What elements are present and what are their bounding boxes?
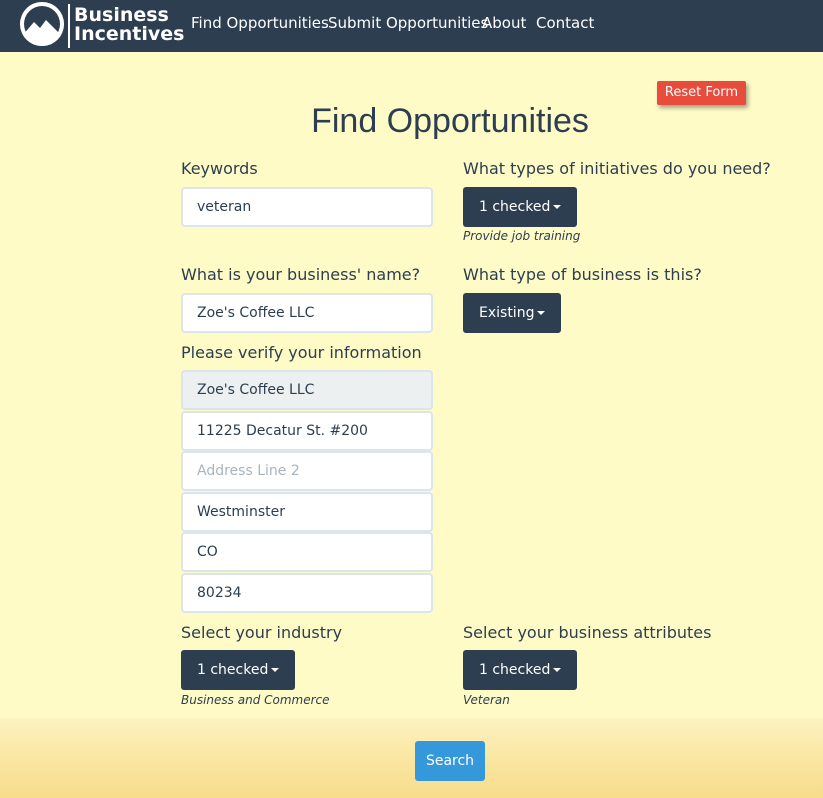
business-name-input[interactable]	[181, 293, 433, 333]
verify-info-label: Please verify your information	[181, 343, 422, 362]
keywords-input[interactable]	[181, 187, 433, 227]
attributes-dropdown-button[interactable]: 1 checked	[463, 650, 578, 690]
industry-label: Select your industry	[181, 623, 343, 642]
initiatives-dropdown-label: 1 checked	[479, 199, 551, 215]
initiatives-selected-text: Provide job training	[463, 229, 581, 243]
caret-down-icon	[537, 311, 546, 315]
attributes-selected-text: Veteran	[463, 693, 510, 707]
business-type-dropdown-button[interactable]: Existing	[463, 293, 562, 333]
navbar: Business Incentives Find Opportunities S…	[0, 0, 823, 52]
industry-dropdown-label: 1 checked	[197, 662, 269, 678]
initiatives-dropdown-button[interactable]: 1 checked	[463, 187, 578, 227]
search-button[interactable]: Search	[415, 741, 485, 781]
industry-dropdown-button[interactable]: 1 checked	[181, 650, 296, 690]
logo-line-2: Incentives	[74, 23, 185, 45]
caret-down-icon	[553, 668, 562, 672]
initiatives-label: What types of initiatives do you need?	[463, 159, 771, 178]
logo-divider	[68, 4, 70, 48]
industry-selected-text: Business and Commerce	[181, 693, 330, 707]
caret-down-icon	[271, 668, 280, 672]
page-title: Find Opportunities	[311, 102, 589, 140]
keywords-label: Keywords	[181, 159, 258, 178]
nav-submit-opportunities[interactable]: Submit Opportunities	[328, 14, 488, 32]
verify-name-field	[181, 370, 433, 410]
attributes-dropdown-label: 1 checked	[479, 662, 551, 678]
business-type-dropdown-label: Existing	[479, 305, 535, 321]
address-line-2-input[interactable]	[181, 451, 433, 491]
logo-text[interactable]: Business Incentives	[74, 6, 184, 44]
city-input[interactable]	[181, 492, 433, 532]
attributes-label: Select your business attributes	[463, 623, 712, 642]
nav-about[interactable]: About	[482, 14, 526, 32]
business-type-label: What type of business is this?	[463, 265, 702, 284]
zip-input[interactable]	[181, 573, 433, 613]
business-name-label: What is your business' name?	[181, 265, 421, 284]
address-line-1-input[interactable]	[181, 411, 433, 451]
nav-contact[interactable]: Contact	[536, 14, 594, 32]
nav-find-opportunities[interactable]: Find Opportunities	[191, 14, 329, 32]
sunset-background	[0, 718, 823, 798]
mountain-logo-icon[interactable]	[20, 2, 64, 46]
caret-down-icon	[553, 205, 562, 209]
state-input[interactable]	[181, 532, 433, 572]
